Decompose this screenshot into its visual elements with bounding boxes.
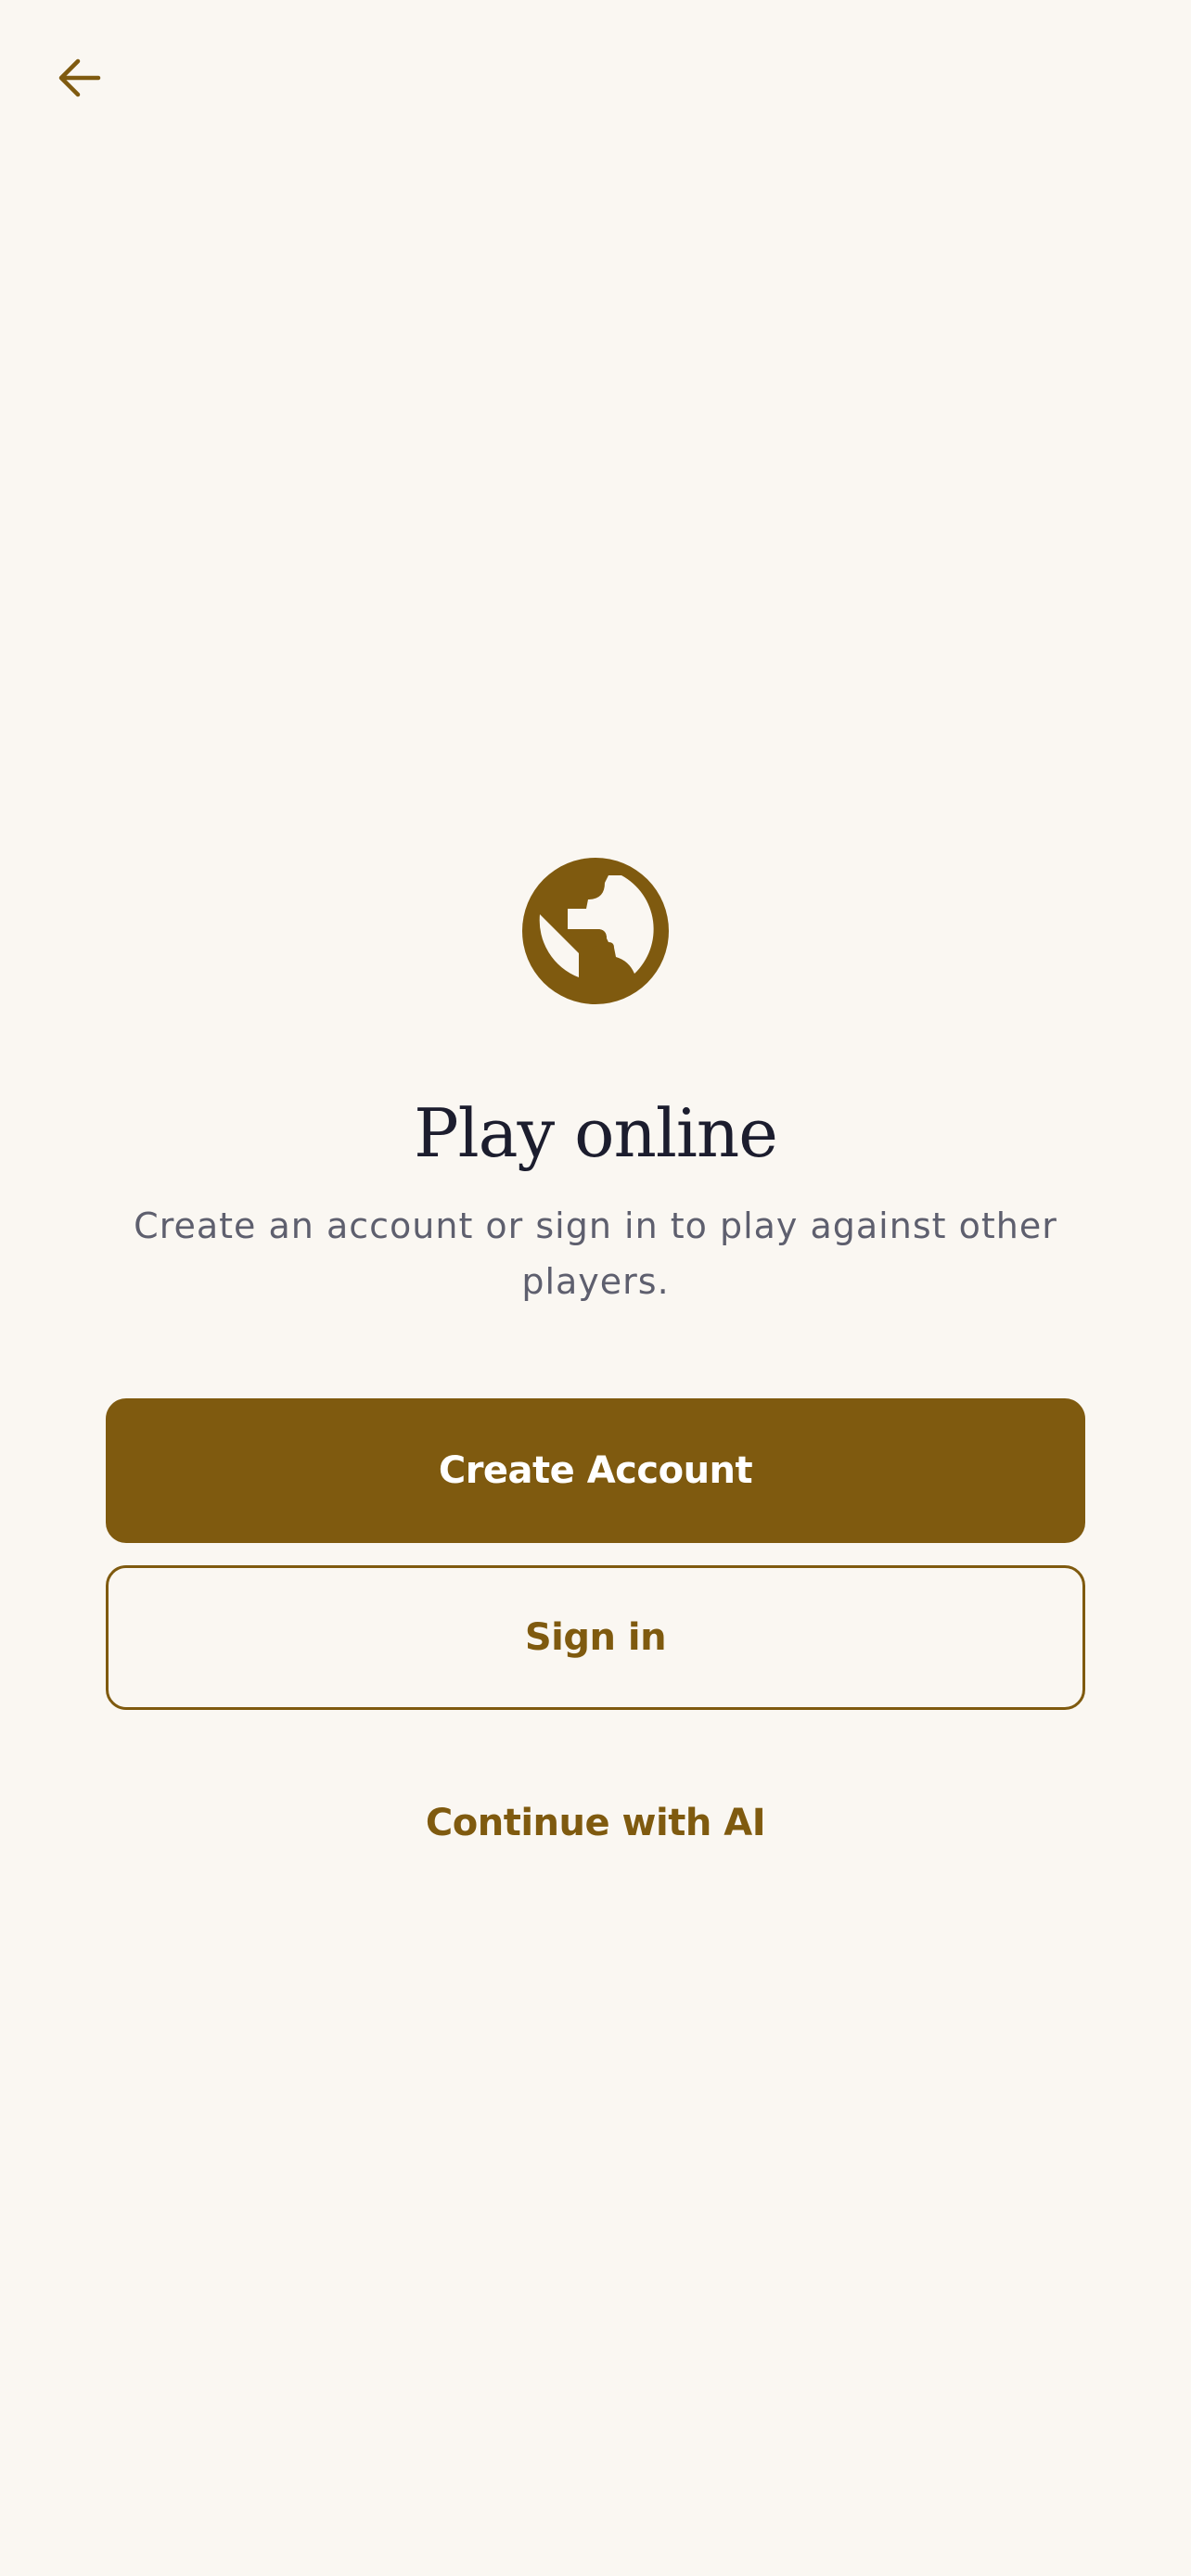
globe-icon	[521, 857, 670, 1005]
page-title: Play online	[414, 1094, 778, 1172]
create-account-label: Create Account	[438, 1449, 753, 1492]
back-button[interactable]	[41, 41, 115, 115]
sign-in-button[interactable]: Sign in	[106, 1565, 1085, 1710]
arrow-left-icon	[52, 52, 104, 104]
continue-with-ai-link[interactable]: Continue with AI	[317, 1786, 874, 1860]
sign-in-label: Sign in	[524, 1616, 667, 1659]
page-subtitle: Create an account or sign in to play aga…	[134, 1205, 1057, 1302]
create-account-button[interactable]: Create Account	[106, 1398, 1085, 1543]
continue-with-ai-label: Continue with AI	[425, 1802, 766, 1844]
